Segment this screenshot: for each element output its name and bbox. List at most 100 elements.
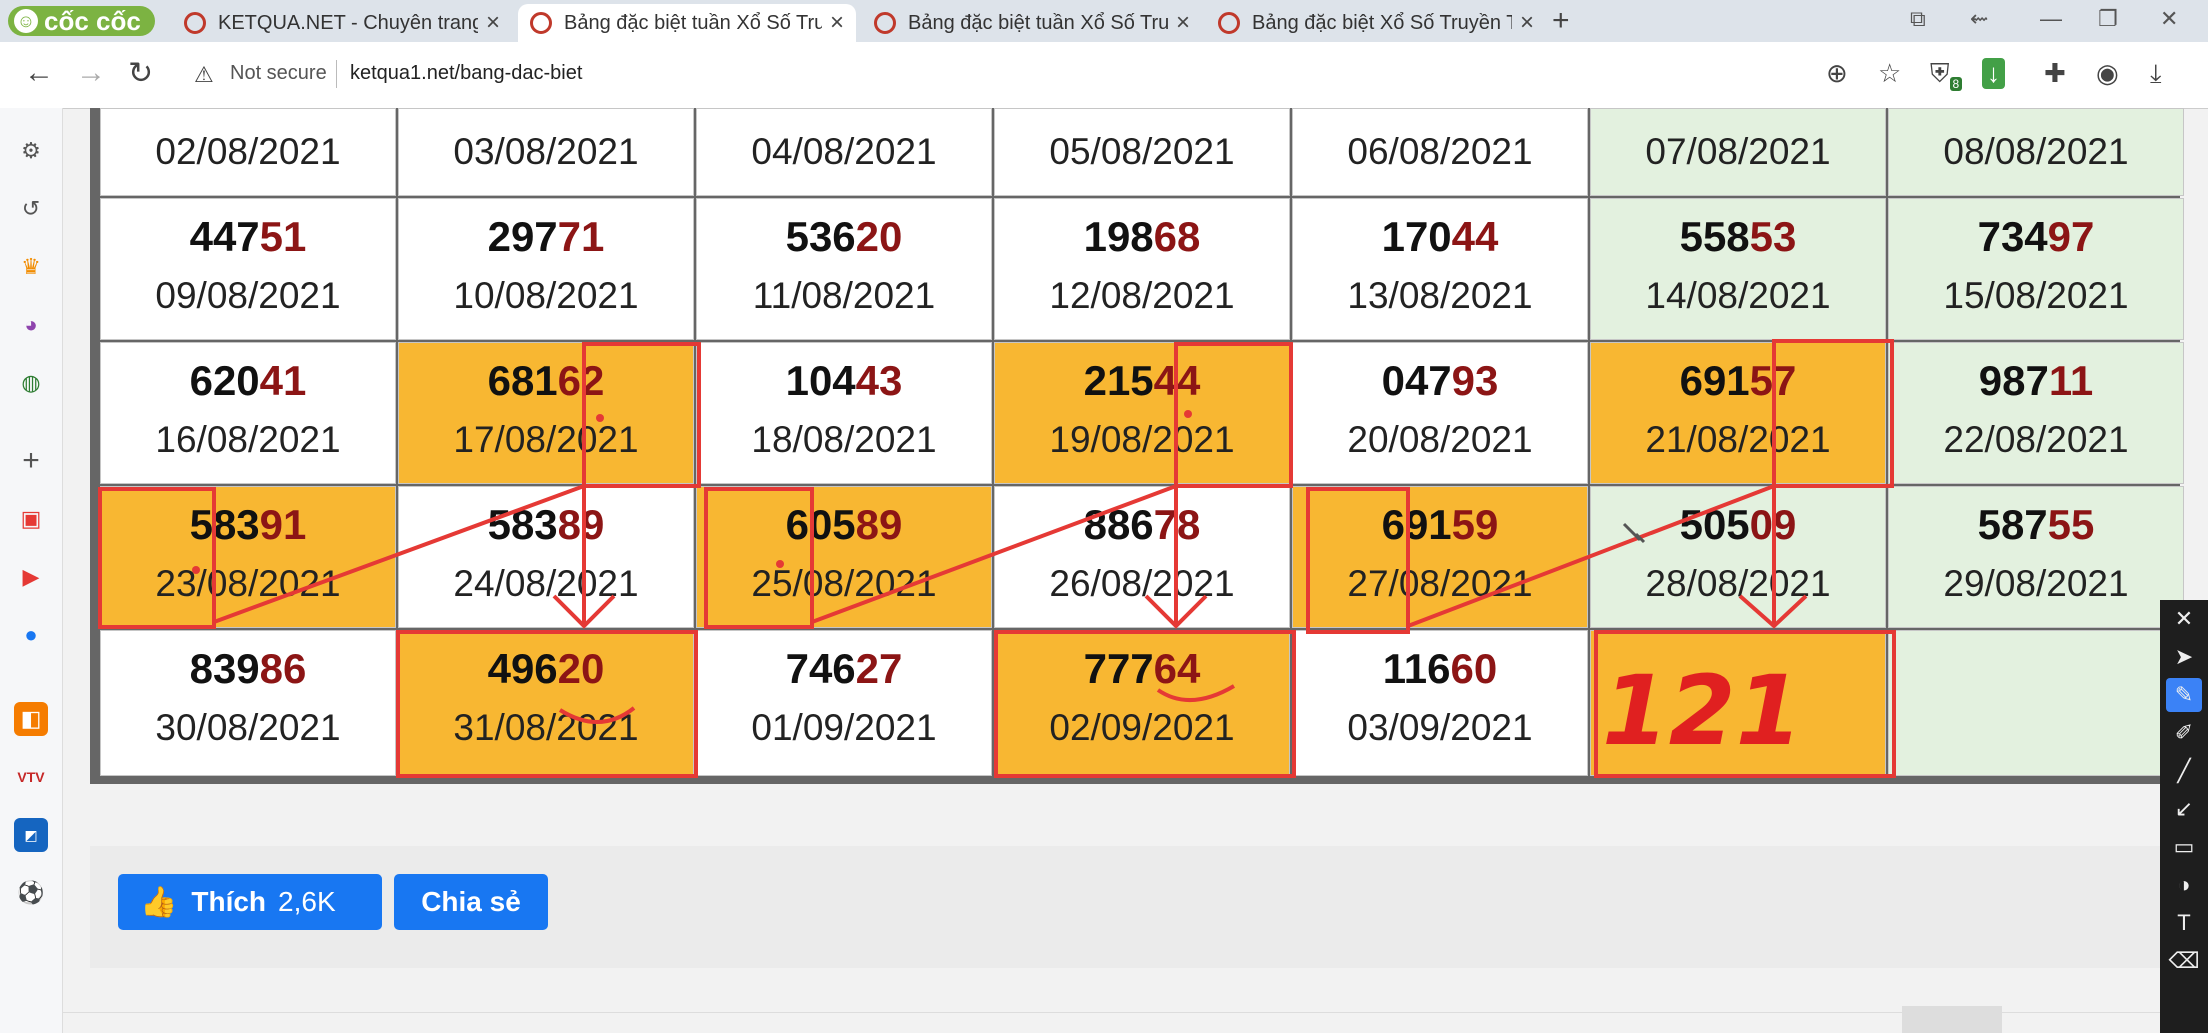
tiki-icon[interactable]: ◩ [14, 818, 48, 852]
coccoc-logo-icon: ☺ [14, 9, 38, 33]
zoom-icon[interactable]: ⊕ [1826, 58, 1848, 89]
extension-shield-icon[interactable]: ⛨ 8 [1930, 58, 1963, 92]
back-arrow-icon[interactable]: ← [24, 56, 54, 90]
news-icon[interactable]: ▣ [14, 502, 48, 536]
table-cell: 04793 20/08/2021 [1292, 342, 1588, 484]
table-cell: 06/08/2021 [1292, 108, 1588, 196]
add-shortcut-icon[interactable]: + [14, 444, 48, 478]
shopee-icon[interactable]: ◧ [14, 702, 48, 736]
number-head: 583 [189, 501, 260, 548]
number-head: 691 [1679, 357, 1750, 404]
color-palette-icon[interactable]: ◑ [2166, 868, 2202, 902]
facebook-icon[interactable]: ● [14, 618, 48, 652]
gamepad-icon[interactable]: ◍ [14, 366, 48, 400]
download-extension-icon[interactable]: ↓ [1982, 58, 2005, 89]
draw-date: 23/08/2021 [155, 563, 341, 604]
close-window-icon[interactable]: ✕ [2160, 6, 2178, 32]
url-separator [336, 60, 337, 88]
profile-icon[interactable]: ◉ [2096, 58, 2119, 89]
number-tail: 60 [1450, 645, 1498, 692]
tab-ketqua[interactable]: KETQUA.NET - Chuyên trang × [172, 4, 512, 42]
table-cell: 73497 15/08/2021 [1888, 198, 2184, 340]
table-cell: 19868 12/08/2021 [994, 198, 1290, 340]
number-tail: 20 [557, 645, 605, 692]
downloads-icon[interactable]: ⤓ [2150, 58, 2162, 90]
marker-icon[interactable]: ✐ [2166, 716, 2202, 750]
tab-close-icon[interactable]: × [1520, 9, 1534, 37]
table-cell: 05/08/2021 [994, 108, 1290, 196]
number-head: 215 [1083, 357, 1154, 404]
pointer-icon[interactable]: ➤ [2166, 640, 2202, 674]
facebook-share-button[interactable]: Chia sẻ [394, 874, 548, 930]
browser-brand[interactable]: ☺ cốc cốc [8, 6, 155, 36]
draw-date: 12/08/2021 [1049, 275, 1235, 316]
new-tab-icon[interactable]: + [1552, 4, 1570, 38]
forward-arrow-icon[interactable]: → [76, 56, 106, 90]
number-head: 886 [1083, 501, 1154, 548]
close-palette-icon[interactable]: ✕ [2166, 602, 2202, 636]
number-tail: 57 [1749, 357, 1797, 404]
table-cell: 68162 17/08/2021 [398, 342, 694, 484]
number-tail: 89 [855, 501, 903, 548]
prize-number: 58389 [399, 501, 693, 549]
number-tail: 68 [1153, 213, 1201, 260]
table-cell: 62041 16/08/2021 [100, 342, 396, 484]
address-bar[interactable]: ketqua1.net/bang-dac-biet [350, 62, 582, 85]
handwritten-prediction: 121 [1602, 655, 1803, 767]
number-head: 681 [487, 357, 558, 404]
number-tail: 43 [855, 357, 903, 404]
draw-date: 02/08/2021 [155, 131, 341, 172]
tab-label: Bảng đặc biệt tuần Xổ Số Tru [908, 11, 1168, 34]
tab-bang-dac-biet-tuan[interactable]: Bảng đặc biệt tuần Xổ Số Tru × [862, 4, 1202, 42]
minimize-icon[interactable]: — [2040, 6, 2062, 32]
youtube-icon[interactable]: ▶ [14, 560, 48, 594]
extension-badge: 8 [1949, 77, 1963, 92]
text-tool-icon[interactable]: T [2166, 906, 2202, 940]
table-cell: 83986 30/08/2021 [100, 630, 396, 776]
security-status[interactable]: Not secure [230, 62, 327, 85]
table-cell: 74627 01/09/2021 [696, 630, 992, 776]
reload-icon[interactable]: ↻ [128, 56, 153, 91]
number-tail: 71 [557, 213, 605, 260]
number-head: 620 [189, 357, 260, 404]
warning-triangle-icon[interactable]: ⚠ [194, 62, 214, 88]
number-head: 558 [1679, 213, 1750, 260]
crown-icon[interactable]: ♛ [14, 250, 48, 284]
line-icon[interactable]: ╱ [2166, 754, 2202, 788]
back-to-tab-icon[interactable]: ⇜ [1970, 6, 1988, 32]
draw-date: 22/08/2021 [1943, 419, 2129, 460]
eraser-icon[interactable]: ⌫ [2166, 944, 2202, 978]
tab-close-icon[interactable]: × [486, 9, 500, 37]
puzzle-extensions-icon[interactable]: ✚ [2044, 58, 2066, 89]
tab-close-icon[interactable]: × [830, 9, 844, 37]
horizontal-scrollbar-thumb[interactable] [1902, 1006, 2002, 1033]
prize-number: 88678 [995, 501, 1289, 549]
vtv-icon[interactable]: VTV [14, 760, 48, 794]
number-head: 777 [1083, 645, 1154, 692]
facebook-like-button[interactable]: 👍 Thích 2,6K [118, 874, 382, 930]
bookmark-star-icon[interactable]: ☆ [1878, 58, 1901, 89]
arrow-tool-icon[interactable]: ↙ [2166, 792, 2202, 826]
rectangle-icon[interactable]: ▭ [2166, 830, 2202, 864]
number-tail: 11 [2048, 357, 2094, 404]
site-favicon-icon [874, 12, 896, 34]
number-head: 170 [1381, 213, 1452, 260]
table-cell: 50509 28/08/2021 [1590, 486, 1886, 628]
tab-bang-dac-biet-tuan-active[interactable]: Bảng đặc biệt tuần Xổ Số Tru × [518, 4, 856, 42]
table-cell: 53620 11/08/2021 [696, 198, 992, 340]
tab-bang-dac-biet[interactable]: Bảng đặc biệt Xổ Số Truyền T × [1206, 4, 1546, 42]
football-icon[interactable]: ⚽ [14, 876, 48, 910]
messenger-icon[interactable]: ◕ [14, 308, 48, 342]
number-head: 505 [1679, 501, 1750, 548]
history-icon[interactable]: ↺ [14, 192, 48, 226]
number-head: 734 [1977, 213, 2048, 260]
number-tail: 20 [855, 213, 903, 260]
screenshot-icon[interactable]: ⧉ [1910, 6, 1926, 32]
number-tail: 91 [259, 501, 307, 548]
number-tail: 78 [1153, 501, 1201, 548]
pen-icon[interactable]: ✎ [2166, 678, 2202, 712]
number-head: 047 [1381, 357, 1452, 404]
settings-gear-icon[interactable]: ⚙ [14, 134, 48, 168]
tab-close-icon[interactable]: × [1176, 9, 1190, 37]
maximize-icon[interactable]: ❐ [2098, 6, 2118, 32]
